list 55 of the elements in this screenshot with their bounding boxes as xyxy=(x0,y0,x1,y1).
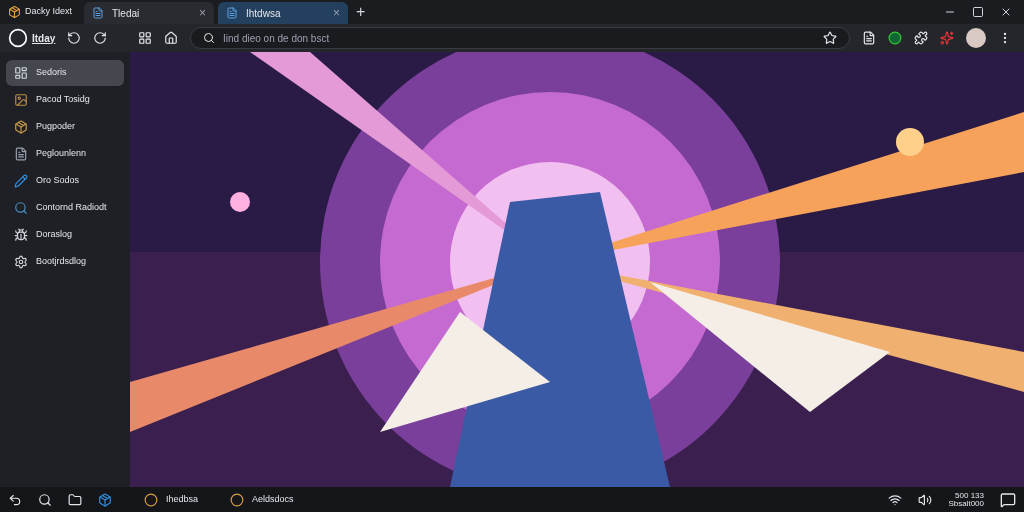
sidebar-icon xyxy=(14,66,28,80)
new-tab-button[interactable]: + xyxy=(356,4,366,20)
search-field[interactable]: Iind dieo on de don bsct xyxy=(223,30,815,46)
page-icon[interactable] xyxy=(862,31,876,45)
address-bar[interactable]: Iind dieo on de don bsct xyxy=(190,27,850,49)
sidebar-icon xyxy=(14,147,28,161)
folder-icon[interactable] xyxy=(68,492,82,507)
clock-date: Sbsalt000 xyxy=(948,499,984,508)
puzzle-icon[interactable] xyxy=(914,31,928,45)
star-icon[interactable] xyxy=(823,31,837,45)
grid-icon[interactable] xyxy=(138,31,152,45)
reload-icon[interactable] xyxy=(93,31,108,45)
window-title: Dacky Idext xyxy=(24,5,72,19)
taskbar-app[interactable]: Ihedbsa xyxy=(144,492,199,507)
maximize-icon[interactable] xyxy=(972,6,984,18)
sidebar-item[interactable]: Pugpoder xyxy=(6,114,124,140)
search-icon xyxy=(203,32,215,44)
sidebar-icon xyxy=(14,255,28,269)
sidebar-icon xyxy=(14,174,28,188)
back-icon[interactable] xyxy=(67,31,82,45)
browser-tab[interactable]: Tledai × xyxy=(84,2,214,24)
sidebar-icon xyxy=(14,93,28,107)
sidebar-icon xyxy=(14,120,28,134)
sidebar-item[interactable]: Bootjrdsdlog xyxy=(6,249,124,275)
extension-icon[interactable] xyxy=(940,31,954,45)
sidebar-item[interactable]: Oro Sodos xyxy=(6,168,124,194)
sidebar-icon xyxy=(14,228,28,242)
sidebar-item[interactable]: Doraslog xyxy=(6,222,124,248)
back-icon[interactable] xyxy=(8,492,22,507)
close-tab-button[interactable]: × xyxy=(333,4,340,22)
extension-icon[interactable] xyxy=(888,31,902,45)
close-icon[interactable] xyxy=(1000,6,1012,18)
search-icon[interactable] xyxy=(38,492,52,507)
store-icon[interactable] xyxy=(98,492,112,507)
volume-icon[interactable] xyxy=(918,492,933,507)
app-icon xyxy=(144,492,158,507)
notification-icon[interactable] xyxy=(1000,491,1016,508)
tab-icon xyxy=(226,7,238,19)
sidebar-icon xyxy=(14,201,28,215)
app-icon xyxy=(230,492,245,507)
app-icon xyxy=(8,4,21,20)
taskbar-app[interactable]: Aeldsdocs xyxy=(230,492,294,507)
sidebar-item[interactable]: Contornd Radiodt xyxy=(6,195,124,221)
sidebar-item[interactable]: Peglounlenn xyxy=(6,141,124,167)
sidebar-item[interactable]: Sedoris xyxy=(6,60,124,86)
logo-text: Itday xyxy=(32,31,56,46)
wifi-icon[interactable] xyxy=(888,492,903,507)
close-tab-button[interactable]: × xyxy=(199,4,206,22)
tab-icon xyxy=(92,7,104,19)
sidebar-item[interactable]: Pacod Tosidg xyxy=(6,87,124,113)
home-icon[interactable] xyxy=(164,31,178,45)
logo-icon xyxy=(8,28,28,48)
browser-tab[interactable]: Ihtdwsa × xyxy=(218,2,348,24)
clock-time: 500 133 xyxy=(955,491,984,500)
avatar[interactable] xyxy=(966,28,986,48)
